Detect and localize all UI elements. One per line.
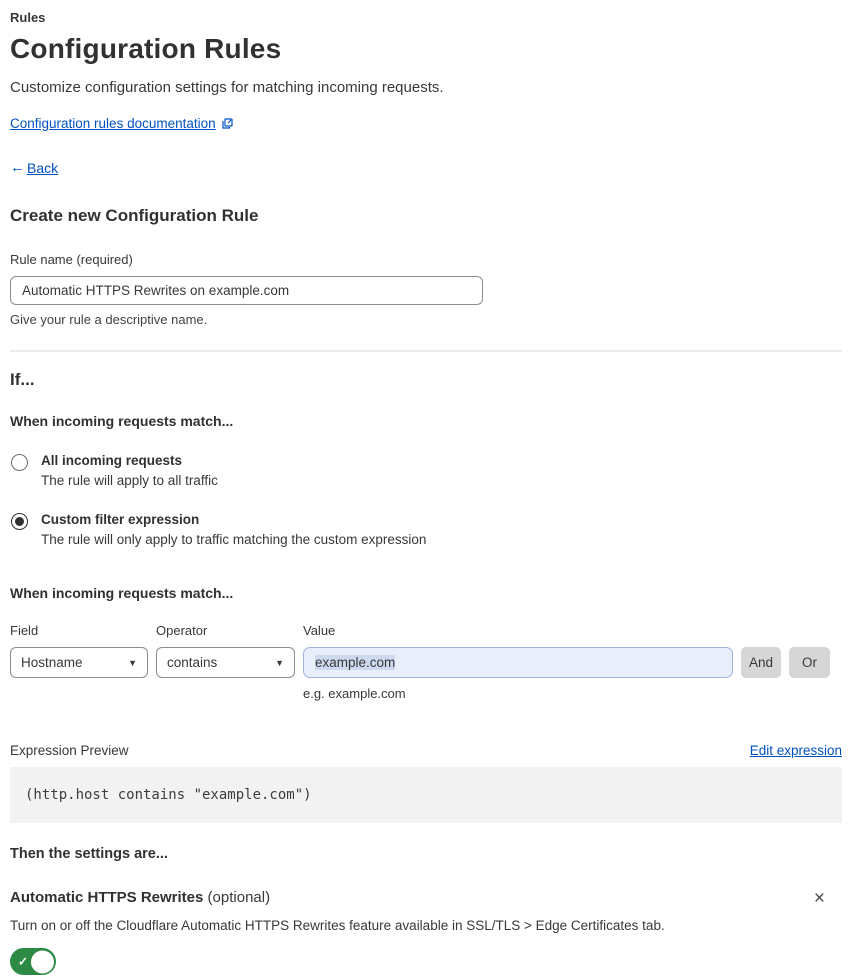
back-link-label[interactable]: Back: [27, 160, 58, 176]
breadcrumb: Rules: [10, 10, 46, 25]
then-settings-heading: Then the settings are...: [10, 846, 168, 862]
rule-name-helper: Give your rule a descriptive name.: [10, 312, 208, 327]
section-divider: [10, 350, 842, 352]
page-title: Configuration Rules: [10, 33, 282, 64]
close-icon[interactable]: ×: [811, 889, 828, 908]
setting-optional-label: (optional): [203, 889, 271, 906]
rule-name-input[interactable]: [10, 276, 483, 305]
expression-preview-label: Expression Preview: [10, 743, 129, 758]
radio-label: All incoming requests: [41, 453, 183, 468]
field-select-value: Hostname: [21, 655, 83, 670]
radio-description: The rule will apply to all traffic: [41, 473, 218, 488]
edit-expression-link[interactable]: Edit expression: [750, 743, 842, 758]
back-arrow-icon: ←: [10, 159, 25, 176]
radio-selected-icon[interactable]: [11, 513, 28, 530]
if-heading: If...: [10, 370, 35, 389]
field-select[interactable]: Hostname ▼: [10, 647, 148, 678]
setting-description: Turn on or off the Cloudflare Automatic …: [10, 918, 665, 933]
setting-title: Automatic HTTPS Rewrites (optional): [10, 889, 270, 906]
radio-all-incoming-requests[interactable]: All incoming requests The rule will appl…: [10, 453, 842, 488]
radio-label: Custom filter expression: [41, 512, 200, 527]
external-link-icon: [222, 118, 233, 129]
value-input-text: example.com: [315, 655, 396, 670]
back-link[interactable]: ← Back: [10, 159, 842, 176]
radio-unselected-icon[interactable]: [11, 454, 28, 471]
toggle-knob[interactable]: [30, 949, 55, 974]
match-label: When incoming requests match...: [10, 413, 234, 429]
automatic-https-rewrites-toggle[interactable]: ✓: [10, 948, 56, 975]
operator-select[interactable]: contains ▼: [156, 647, 295, 678]
checkmark-icon: ✓: [18, 954, 29, 969]
create-rule-heading: Create new Configuration Rule: [10, 206, 259, 225]
documentation-link[interactable]: Configuration rules documentation: [10, 116, 216, 131]
value-helper-text: e.g. example.com: [303, 686, 406, 701]
field-column-label: Field: [10, 623, 39, 638]
page-subtitle: Customize configuration settings for mat…: [10, 79, 444, 96]
radio-description: The rule will only apply to traffic matc…: [41, 532, 427, 547]
value-input[interactable]: example.com: [303, 647, 733, 678]
rule-name-label: Rule name (required): [10, 252, 133, 267]
value-column-label: Value: [303, 623, 336, 638]
radio-custom-filter-expression[interactable]: Custom filter expression The rule will o…: [10, 512, 842, 547]
builder-match-label: When incoming requests match...: [10, 585, 234, 601]
and-button[interactable]: And: [741, 647, 781, 678]
setting-title-bold: Automatic HTTPS Rewrites: [10, 889, 204, 906]
chevron-down-icon: ▼: [128, 657, 137, 668]
operator-select-value: contains: [167, 655, 218, 670]
expression-preview-code: (http.host contains "example.com"): [10, 767, 842, 823]
operator-column-label: Operator: [156, 623, 208, 638]
chevron-down-icon: ▼: [275, 657, 284, 668]
expression-builder: Field Operator Value Hostname ▼ contains…: [10, 623, 842, 701]
or-button[interactable]: Or: [789, 647, 830, 678]
